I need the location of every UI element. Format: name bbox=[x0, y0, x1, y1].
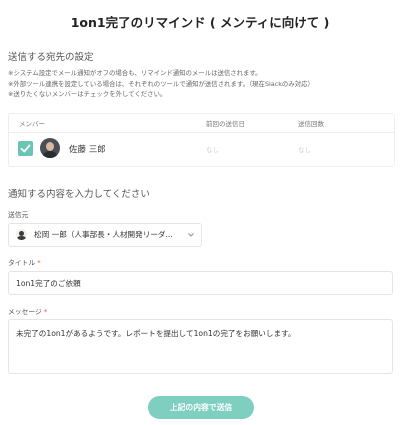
avatar bbox=[40, 138, 60, 158]
note-uncheck: ※送りたくないメンバーはチェックを外してください。 bbox=[8, 90, 167, 98]
send-count-value: なし bbox=[298, 146, 311, 154]
table-row: 佐藤 三郎 なし なし bbox=[9, 133, 394, 165]
sender-value: 松岡 一郎（人事部長・人材開発リーダ... bbox=[34, 230, 173, 239]
column-send-count: 送信回数 bbox=[298, 120, 324, 128]
recipients-heading: 送信する宛先の設定 bbox=[8, 52, 94, 63]
column-last-sent: 前回の送信日 bbox=[206, 120, 245, 128]
recipient-table: メンバー 前回の送信日 送信回数 佐藤 三郎 なし なし bbox=[8, 113, 395, 167]
title-label: タイトル * bbox=[8, 257, 41, 267]
title-input-value: 1on1完了のご依頼 bbox=[16, 279, 81, 288]
note-external-tools: ※外部ツール連携を設定している場合は、それぞれのツールで通知が送信されます。（現… bbox=[8, 79, 314, 88]
table-header: メンバー 前回の送信日 送信回数 bbox=[9, 114, 394, 133]
sender-select[interactable]: 松岡 一郎（人事部長・人材開発リーダ... bbox=[8, 223, 202, 247]
submit-button[interactable]: 上記の内容で送信 bbox=[148, 396, 254, 419]
message-textarea-value: 未完了の1on1があるようです。レポートを提出して1on1の完了をお願いします。 bbox=[16, 329, 296, 338]
content-heading: 通知する内容を入力してください bbox=[8, 189, 150, 200]
required-mark: * bbox=[37, 259, 41, 267]
message-textarea[interactable]: 未完了の1on1があるようです。レポートを提出して1on1の完了をお願いします。 bbox=[8, 319, 393, 374]
page-title: 1on1完了のリマインド ( メンティに向けて ) bbox=[70, 15, 330, 30]
chevron-down-icon bbox=[188, 233, 194, 237]
recipient-notes: ※システム設定でメール通知がオフの場合も、リマインド通知のメールは送信されます。… bbox=[8, 68, 396, 100]
sender-label: 送信元 bbox=[8, 211, 29, 219]
required-mark: * bbox=[43, 308, 48, 316]
note-email: ※システム設定でメール通知がオフの場合も、リマインド通知のメールは送信されます。 bbox=[8, 69, 262, 77]
member-checkbox[interactable] bbox=[18, 141, 33, 156]
column-member: メンバー bbox=[19, 120, 45, 128]
last-sent-value: なし bbox=[206, 146, 219, 154]
message-label-text: メッセージ bbox=[8, 308, 42, 316]
member-name: 佐藤 三郎 bbox=[69, 145, 106, 155]
title-label-text: タイトル bbox=[8, 259, 36, 267]
title-input[interactable]: 1on1完了のご依頼 bbox=[8, 271, 393, 295]
message-label: メッセージ * bbox=[8, 306, 47, 316]
sender-avatar-icon bbox=[16, 229, 27, 240]
check-icon bbox=[20, 144, 31, 153]
